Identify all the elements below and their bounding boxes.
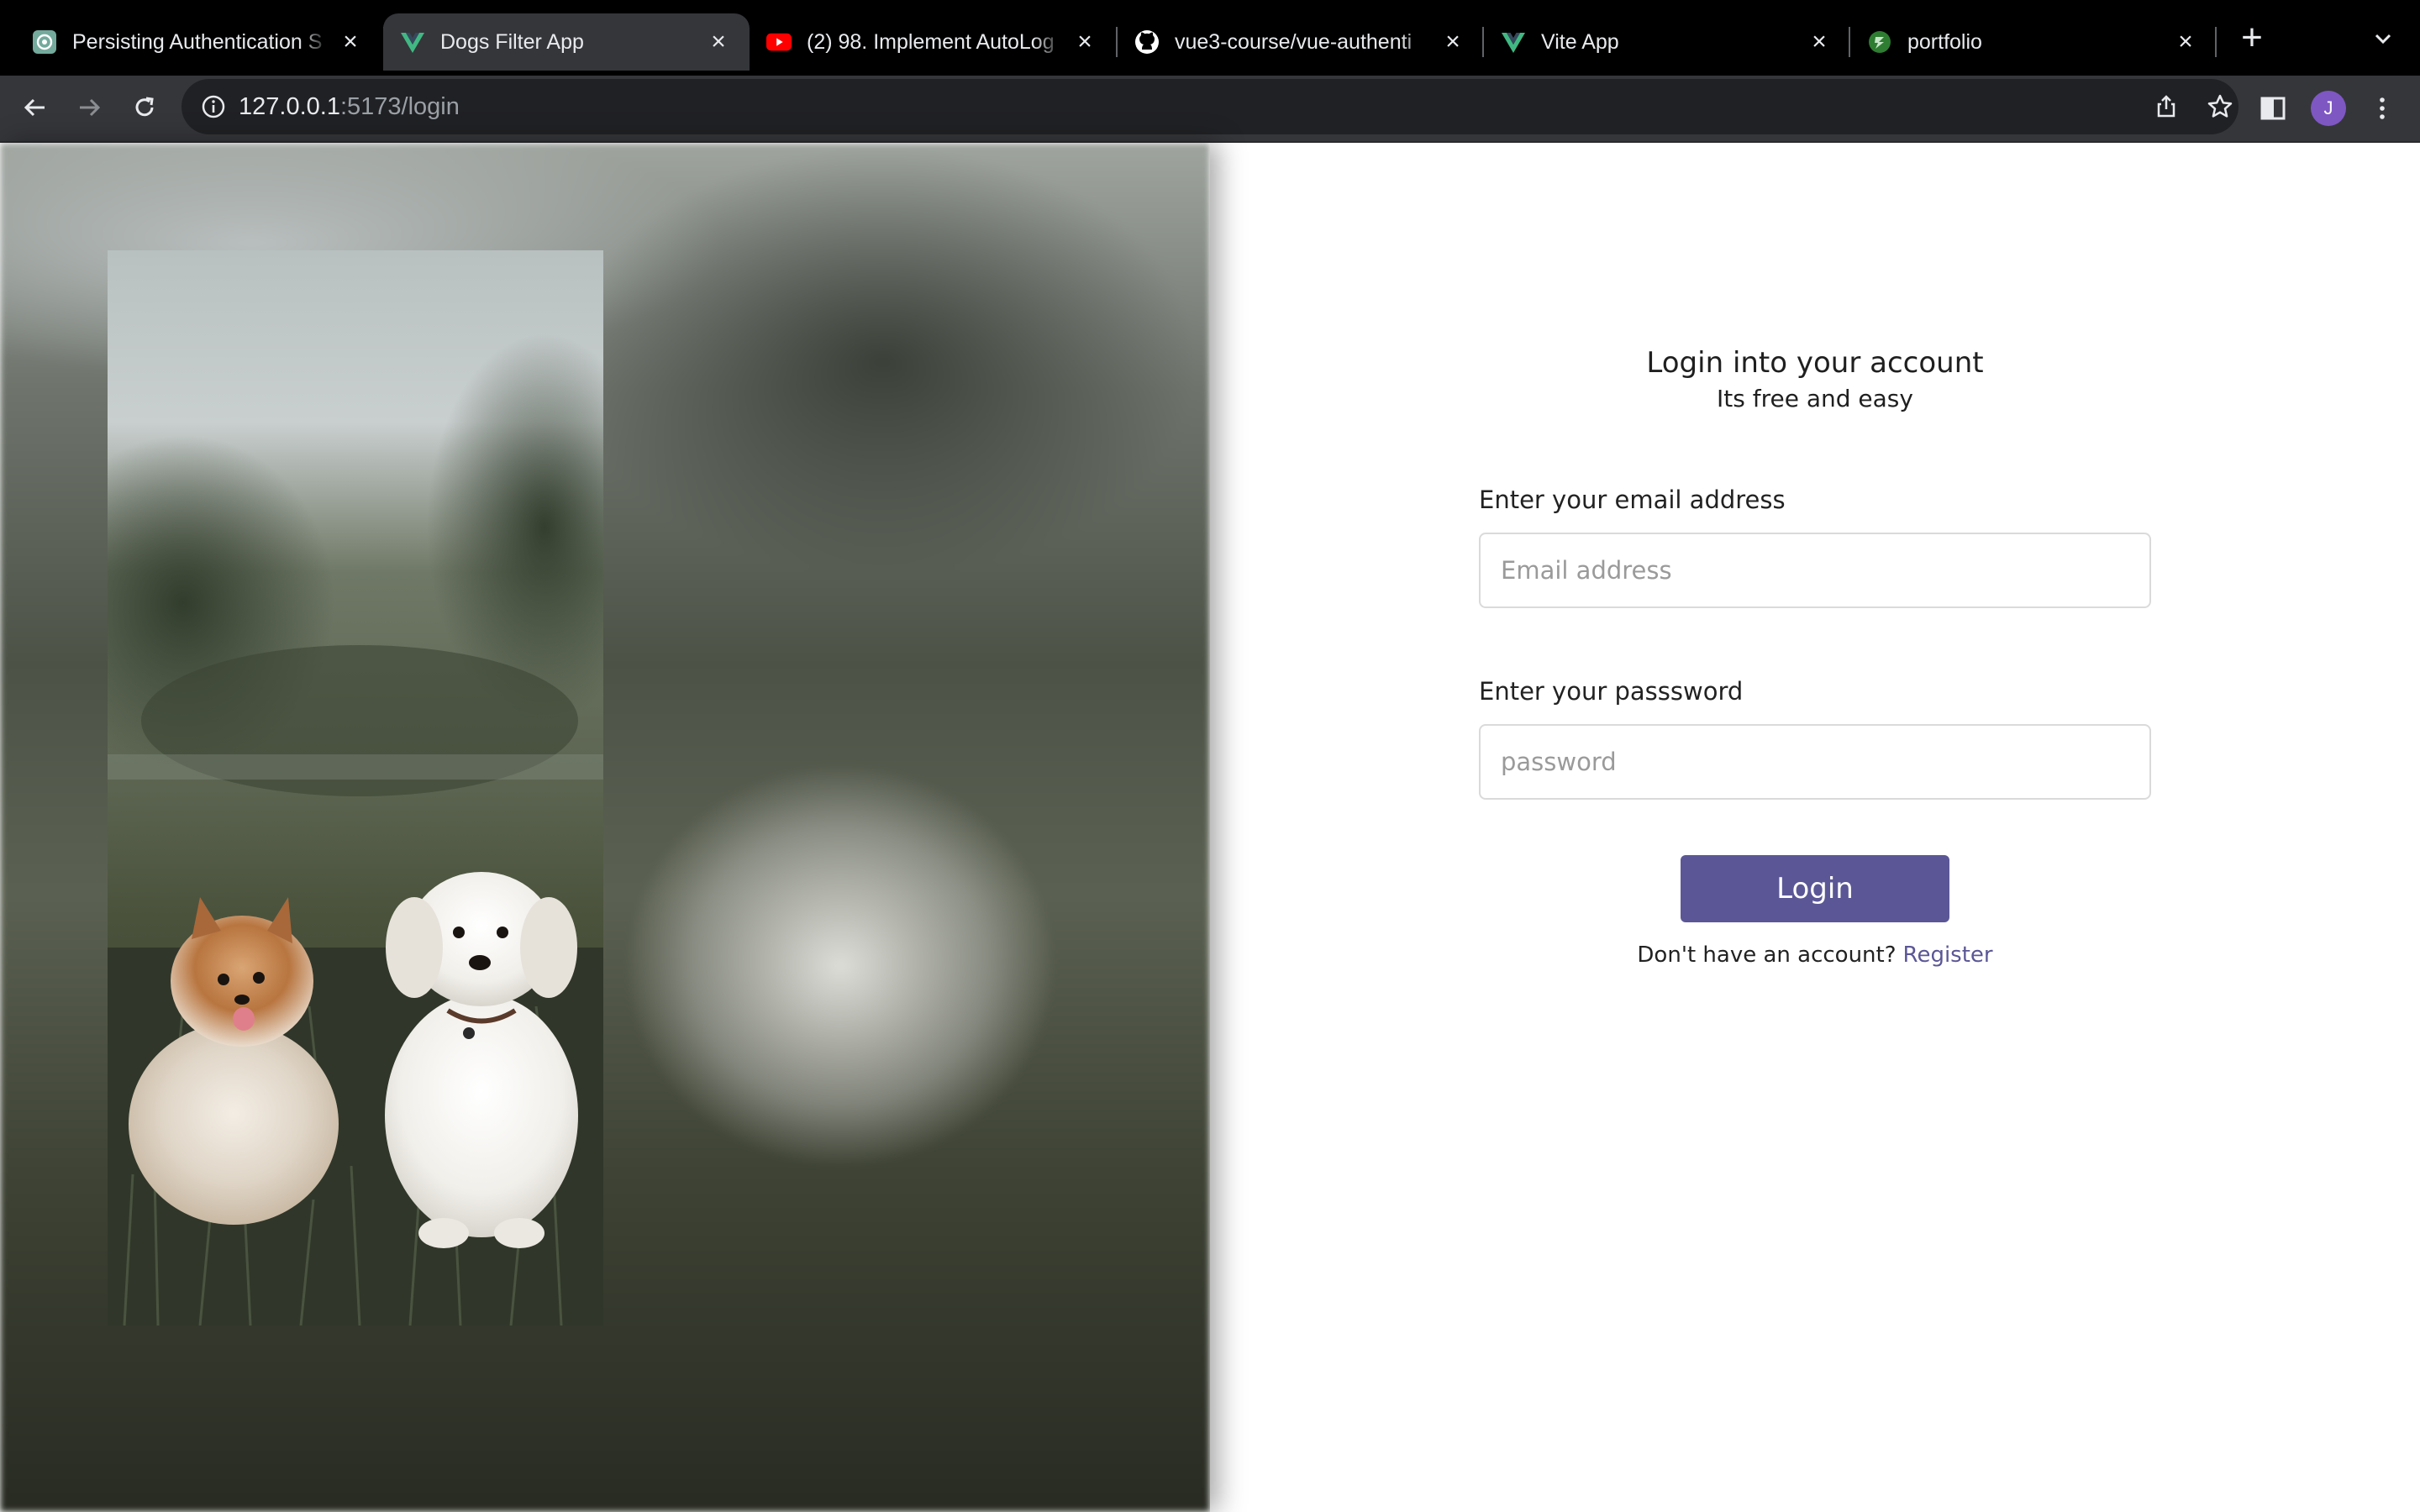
bookmark-star-icon[interactable] xyxy=(2207,93,2233,120)
page-subtitle: Its free and easy xyxy=(1717,385,1913,412)
tab-title: (2) 98. Implement AutoLog xyxy=(807,29,1055,54)
youtube-icon xyxy=(766,29,792,55)
register-link[interactable]: Register xyxy=(1903,942,1993,968)
email-label: Enter your email address xyxy=(1479,486,1786,514)
vite-icon xyxy=(1867,29,1892,55)
tab-strip: Persisting Authentication S × Dogs Filte… xyxy=(0,0,2420,76)
password-label: Enter your passsword xyxy=(1479,677,1744,706)
back-arrow-icon[interactable] xyxy=(17,89,54,126)
register-prompt: Don't have an account? xyxy=(1637,942,1897,968)
tab-separator xyxy=(2215,27,2217,57)
dogs-photo xyxy=(108,250,603,1326)
new-tab-button[interactable]: + xyxy=(2235,19,2269,56)
tab-title: Vite App xyxy=(1541,29,1619,54)
forward-arrow-icon[interactable] xyxy=(71,89,108,126)
tab-github-vue3-course[interactable]: vue3-course/vue-authenti × xyxy=(1118,13,1484,71)
side-panel-icon[interactable] xyxy=(2259,94,2287,123)
register-prompt-line: Don't have an account? Register xyxy=(1210,942,2420,968)
tab-portfolio[interactable]: portfolio × xyxy=(1850,13,2217,71)
email-field[interactable] xyxy=(1479,533,2151,608)
share-icon[interactable] xyxy=(2153,93,2180,120)
login-panel: Login into your account Its free and eas… xyxy=(1210,143,2420,1512)
close-tab-icon[interactable]: × xyxy=(1440,29,1465,55)
page-title: Login into your account xyxy=(1646,346,1984,380)
tab-dogs-filter-app[interactable]: Dogs Filter App × xyxy=(383,13,750,71)
url-text: 127.0.0.1:5173/login xyxy=(239,93,460,121)
tab-title: Persisting Authentication S xyxy=(72,29,323,54)
close-tab-icon[interactable]: × xyxy=(1072,29,1097,55)
hero-background-image xyxy=(0,143,1210,1512)
close-tab-icon[interactable]: × xyxy=(338,29,363,55)
vue-icon xyxy=(400,29,425,55)
login-button[interactable]: Login xyxy=(1681,855,1949,922)
tab-title: Dogs Filter App xyxy=(440,29,584,54)
tab-persisting-authentication[interactable]: Persisting Authentication S × xyxy=(15,13,381,71)
browser-toolbar: 127.0.0.1:5173/login J xyxy=(0,76,2420,143)
reload-icon[interactable] xyxy=(126,89,163,126)
more-menu-icon[interactable] xyxy=(2368,94,2396,123)
profile-avatar[interactable]: J xyxy=(2311,91,2346,126)
chatgpt-icon xyxy=(32,29,57,55)
github-icon xyxy=(1134,29,1160,55)
password-field[interactable] xyxy=(1479,724,2151,800)
tab-youtube-autologin[interactable]: (2) 98. Implement AutoLog × xyxy=(750,13,1116,71)
close-tab-icon[interactable]: × xyxy=(1807,29,1832,55)
vue-icon xyxy=(1501,29,1526,55)
site-info-icon[interactable] xyxy=(200,93,227,120)
url-path: :5173/login xyxy=(339,93,460,120)
tab-vite-app[interactable]: Vite App × xyxy=(1484,13,1850,71)
url-host: 127.0.0.1 xyxy=(239,93,340,120)
chevron-down-icon[interactable] xyxy=(2370,25,2396,52)
tab-title: vue3-course/vue-authenti xyxy=(1175,29,1413,54)
page-viewport: Login into your account Its free and eas… xyxy=(0,143,2420,1512)
close-tab-icon[interactable]: × xyxy=(706,29,731,55)
close-tab-icon[interactable]: × xyxy=(2173,29,2198,55)
tab-title: portfolio xyxy=(1907,29,1982,54)
address-bar[interactable]: 127.0.0.1:5173/login xyxy=(182,79,2238,134)
